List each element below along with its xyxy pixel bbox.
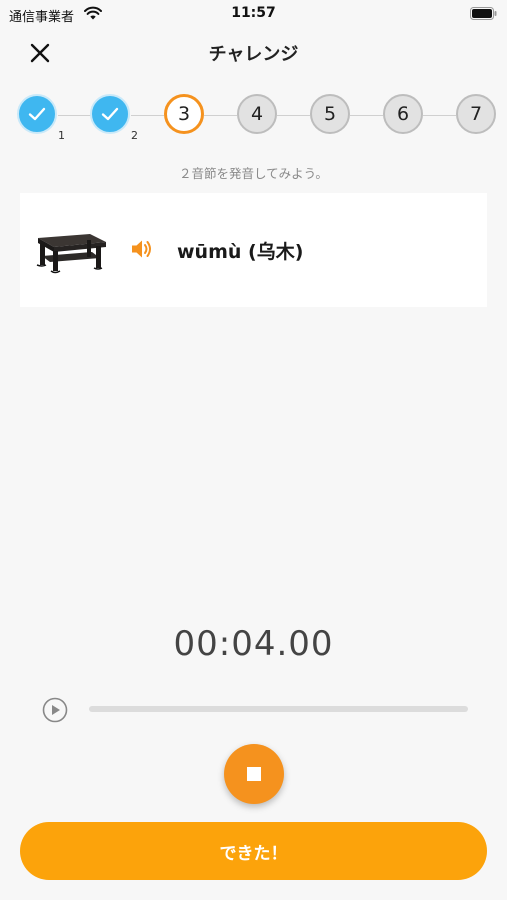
step-2-done[interactable] bbox=[90, 94, 130, 134]
checkmark-icon bbox=[101, 107, 119, 121]
word-card: wūmù (乌木) bbox=[20, 193, 487, 307]
stop-recording-button[interactable] bbox=[224, 744, 284, 804]
playback-progress-bar[interactable] bbox=[89, 706, 468, 712]
step-3-current[interactable]: 3 bbox=[164, 94, 204, 134]
instruction-text: ２音節を発音してみよう。 bbox=[179, 166, 328, 181]
step-connector bbox=[204, 115, 237, 116]
step-connector bbox=[277, 115, 310, 116]
checkmark-icon bbox=[28, 107, 46, 121]
play-icon[interactable] bbox=[42, 697, 68, 723]
recording-timer: 00:04.00 bbox=[173, 624, 334, 664]
table-image bbox=[36, 234, 106, 274]
status-time: 11:57 bbox=[231, 5, 276, 21]
page-title: チャレンジ bbox=[208, 44, 299, 65]
word-label: wūmù (乌木) bbox=[177, 241, 304, 263]
step-4[interactable]: 4 bbox=[237, 94, 277, 134]
speaker-icon[interactable] bbox=[130, 237, 154, 261]
step-7[interactable]: 7 bbox=[456, 94, 496, 134]
battery-icon bbox=[470, 7, 497, 20]
progress-stepper: 1 2 3 4 5 6 7 bbox=[0, 92, 507, 142]
step-6[interactable]: 6 bbox=[383, 94, 423, 134]
step-5[interactable]: 5 bbox=[310, 94, 350, 134]
step-1-sub-label: 1 bbox=[58, 129, 65, 142]
step-connector bbox=[350, 115, 383, 116]
step-connector bbox=[58, 115, 91, 116]
step-connector bbox=[423, 115, 456, 116]
stop-icon bbox=[247, 767, 261, 781]
step-2-sub-label: 2 bbox=[131, 129, 138, 142]
step-1-done[interactable] bbox=[17, 94, 57, 134]
done-button[interactable]: できた！ bbox=[20, 822, 487, 880]
status-bar: 通信事業者 11:57 bbox=[0, 0, 507, 30]
step-connector bbox=[131, 115, 164, 116]
